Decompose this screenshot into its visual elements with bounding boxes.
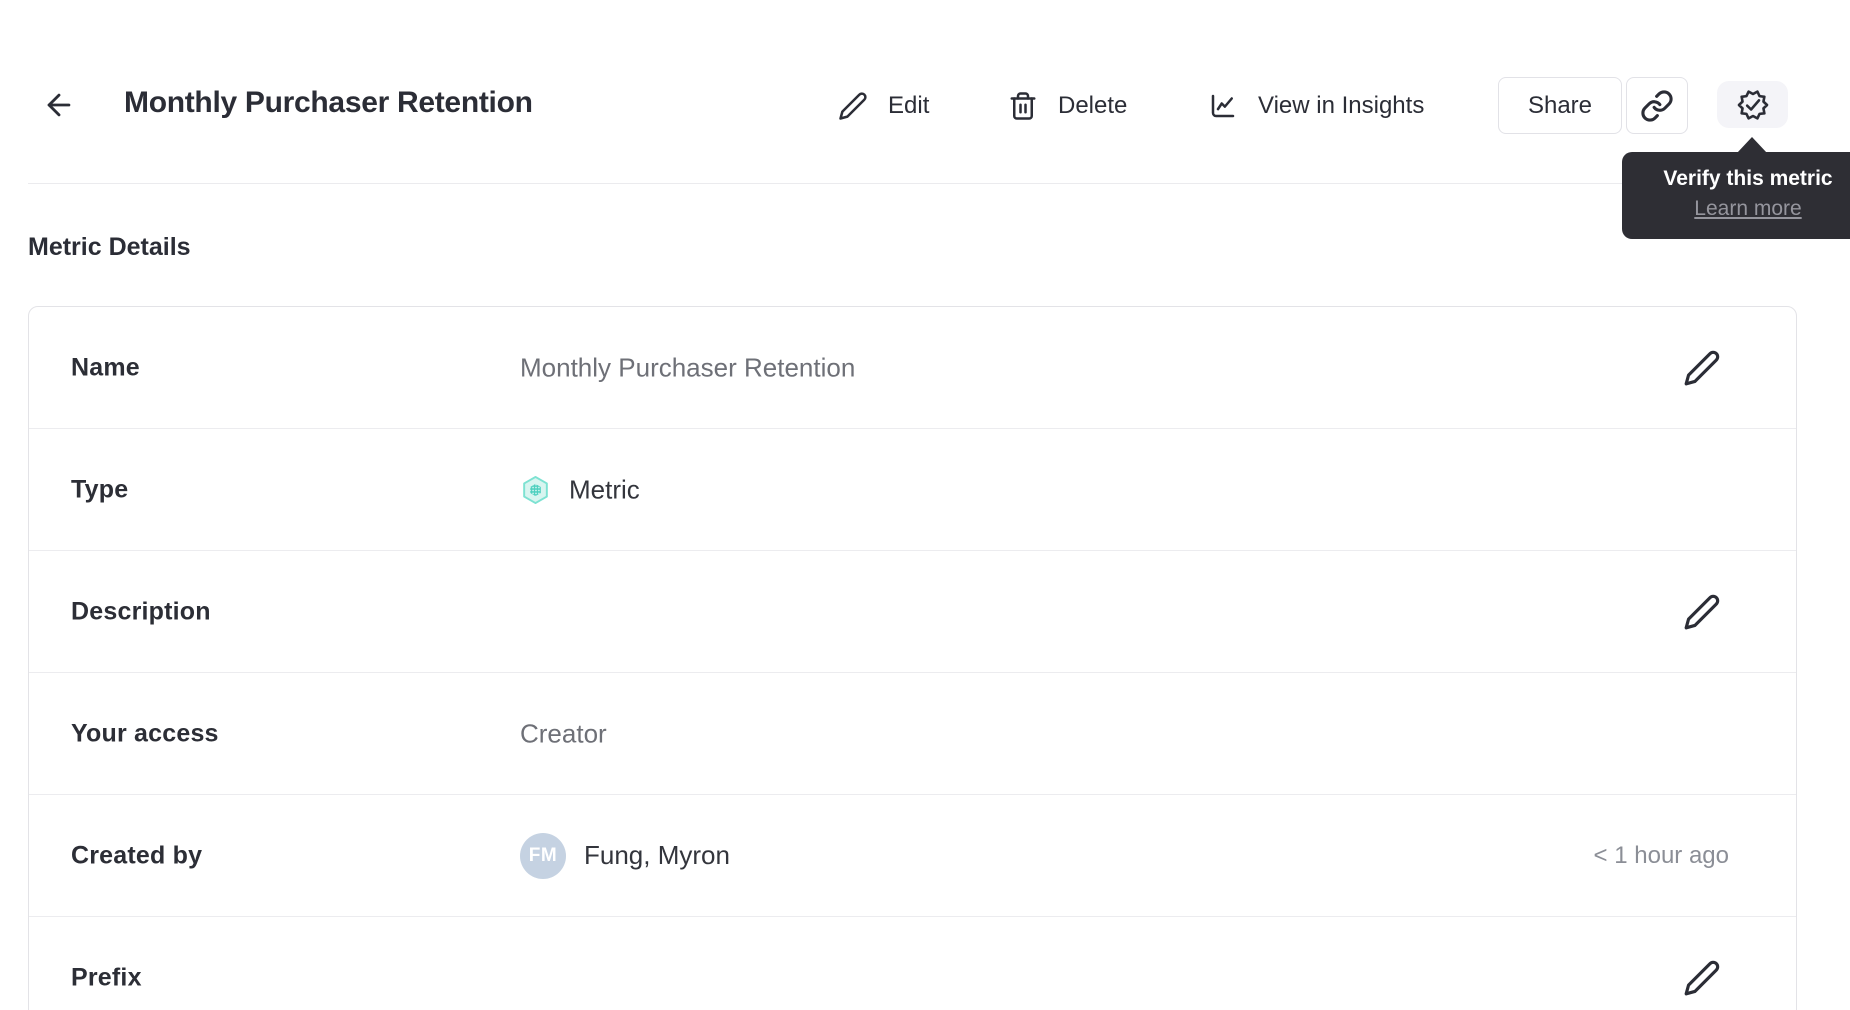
header-divider	[28, 183, 1822, 184]
edit-description-button[interactable]	[1683, 593, 1721, 631]
view-in-insights-label: View in Insights	[1258, 92, 1425, 119]
arrow-left-icon	[42, 88, 76, 122]
row-label: Type	[71, 475, 129, 503]
edit-button[interactable]: Edit	[838, 90, 929, 122]
pencil-icon	[1683, 349, 1721, 387]
verified-badge-icon	[1735, 87, 1771, 123]
type-value-label: Metric	[569, 474, 640, 504]
row-label: Description	[71, 597, 211, 625]
detail-row-description: Description	[29, 551, 1796, 673]
share-button[interactable]: Share	[1498, 77, 1622, 134]
pencil-icon	[838, 91, 868, 121]
detail-row-your-access: Your access Creator	[29, 673, 1796, 795]
section-title: Metric Details	[28, 233, 191, 261]
created-by-value: FM Fung, Myron	[520, 832, 730, 879]
metric-hexagon-icon	[520, 474, 551, 505]
detail-row-name: Name Monthly Purchaser Retention	[29, 307, 1796, 429]
pencil-icon	[1683, 959, 1721, 997]
row-label: Name	[71, 353, 140, 381]
edit-name-button[interactable]	[1683, 349, 1721, 387]
line-chart-icon	[1208, 91, 1238, 121]
access-value: Creator	[520, 718, 607, 748]
row-label: Your access	[71, 719, 219, 747]
verify-metric-button[interactable]	[1717, 81, 1788, 128]
verify-tooltip: Verify this metric Learn more	[1622, 152, 1850, 239]
view-in-insights-button[interactable]: View in Insights	[1208, 90, 1424, 122]
row-label: Prefix	[71, 963, 142, 992]
pencil-icon	[1683, 593, 1721, 631]
metric-details-card: Name Monthly Purchaser Retention Type Me…	[28, 306, 1797, 1010]
copy-link-button[interactable]	[1626, 77, 1688, 134]
avatar: FM	[520, 832, 566, 879]
detail-row-created-by: Created by FM Fung, Myron < 1 hour ago	[29, 795, 1796, 917]
page-title: Monthly Purchaser Retention	[124, 86, 533, 119]
delete-button[interactable]: Delete	[1008, 90, 1127, 122]
row-label: Created by	[71, 841, 203, 869]
created-by-name: Fung, Myron	[584, 840, 730, 870]
edit-button-label: Edit	[888, 92, 930, 119]
created-timestamp: < 1 hour ago	[1593, 841, 1729, 869]
name-value: Monthly Purchaser Retention	[520, 352, 856, 382]
edit-prefix-button[interactable]	[1683, 959, 1721, 997]
type-value: Metric	[520, 474, 640, 505]
link-icon	[1640, 89, 1674, 123]
detail-row-prefix: Prefix	[29, 917, 1796, 1010]
learn-more-link[interactable]: Learn more	[1694, 195, 1801, 223]
delete-button-label: Delete	[1058, 92, 1128, 119]
tooltip-title: Verify this metric	[1663, 167, 1833, 190]
tooltip-arrow	[1737, 137, 1767, 153]
back-button[interactable]	[42, 88, 76, 122]
trash-icon	[1008, 91, 1038, 121]
detail-row-type: Type Metric	[29, 429, 1796, 551]
